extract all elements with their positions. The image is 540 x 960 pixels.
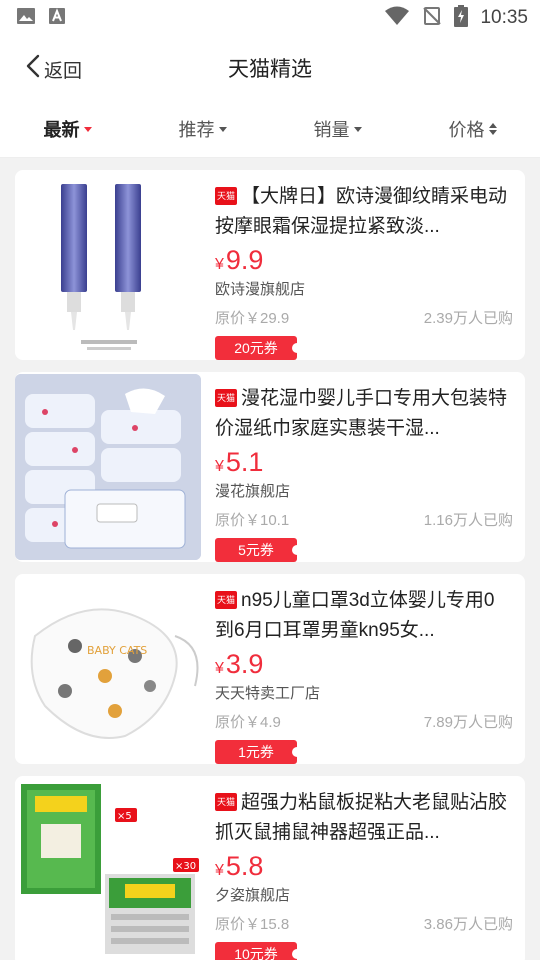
product-card[interactable]: ×5 ×30 天猫 超强力粘鼠板捉粘大老鼠贴沾胶抓灭鼠捕鼠神器超强正品... ¥5…: [15, 776, 525, 960]
sort-tab-recommended[interactable]: 推荐: [135, 116, 270, 142]
svg-text:×5: ×5: [117, 811, 132, 822]
product-list: 天猫 【大牌日】欧诗漫御纹睛采电动按摩眼霜保湿提拉紧致淡... ¥9.9 欧诗漫旗…: [0, 158, 540, 960]
product-image: ×5 ×30: [15, 778, 201, 960]
status-time: 10:35: [480, 7, 528, 28]
chevron-left-icon: [26, 54, 40, 84]
shop-name: 夕姿旗舰店: [215, 887, 291, 904]
sold-count: 7.89万人已购: [423, 714, 513, 731]
svg-text:×30: ×30: [175, 861, 196, 872]
caret-down-icon: [353, 127, 362, 132]
product-price: ¥5.8: [215, 851, 264, 881]
coupon-badge[interactable]: 1元券: [215, 740, 302, 764]
coupon-badge[interactable]: 10元券: [215, 942, 302, 960]
tmall-badge: 天猫: [215, 793, 237, 811]
no-signal-icon: [422, 6, 442, 30]
back-button[interactable]: 返回: [26, 54, 82, 84]
sold-count: 1.16万人已购: [423, 512, 513, 529]
tmall-badge: 天猫: [215, 389, 237, 407]
product-price: ¥5.1: [215, 447, 264, 477]
sort-tab-latest[interactable]: 最新: [0, 116, 135, 142]
product-title: 天猫 超强力粘鼠板捉粘大老鼠贴沾胶抓灭鼠捕鼠神器超强正品...: [215, 792, 508, 843]
product-image: [15, 172, 201, 358]
image-icon: [16, 7, 36, 29]
product-price: ¥9.9: [215, 245, 264, 275]
mask-print-text: BABY CATS: [87, 644, 147, 657]
battery-charging-icon: [454, 5, 469, 31]
sort-tab-price[interactable]: 价格: [405, 116, 540, 142]
product-card[interactable]: 天猫 【大牌日】欧诗漫御纹睛采电动按摩眼霜保湿提拉紧致淡... ¥9.9 欧诗漫旗…: [15, 170, 525, 360]
status-bar: 10:35: [0, 0, 540, 36]
quantity-tag-small: ×5: [115, 808, 137, 822]
product-image: [15, 374, 201, 560]
sold-count: 2.39万人已购: [423, 310, 513, 327]
sort-tab-label: 价格: [448, 119, 485, 140]
shop-name: 天天特卖工厂店: [215, 685, 321, 702]
sort-toggle-icon: [488, 122, 497, 135]
original-price: 原价￥10.1: [215, 512, 290, 529]
caret-down-icon: [83, 127, 92, 132]
sort-tab-label: 最新: [43, 119, 80, 140]
product-card[interactable]: 天猫 漫花湿巾婴儿手口专用大包装特价湿纸巾家庭实惠装干湿... ¥5.1 漫花旗舰…: [15, 372, 525, 562]
original-price: 原价￥29.9: [215, 310, 290, 327]
sort-tab-label: 销量: [313, 119, 350, 140]
tmall-badge: 天猫: [215, 187, 237, 205]
original-price: 原价￥15.8: [215, 916, 290, 933]
sort-tab-label: 推荐: [178, 119, 215, 140]
back-label: 返回: [44, 60, 83, 82]
product-title: 天猫 n95儿童口罩3d立体婴儿专用0到6月口耳罩男童kn95女...: [215, 590, 495, 641]
header: 返回 天猫精选: [0, 36, 540, 100]
product-card[interactable]: BABY CATS 天猫 n95儿童口罩3d立体婴儿专用0到6月口耳罩男童kn95…: [15, 574, 525, 764]
coupon-badge[interactable]: 20元券: [215, 336, 302, 360]
sold-count: 3.86万人已购: [423, 916, 513, 933]
caret-down-icon: [218, 127, 227, 132]
coupon-badge[interactable]: 5元券: [215, 538, 302, 562]
tmall-badge: 天猫: [215, 591, 237, 609]
sort-bar: 最新 推荐 销量 价格: [0, 100, 540, 158]
wifi-icon: [384, 6, 410, 30]
product-title: 天猫 漫花湿巾婴儿手口专用大包装特价湿纸巾家庭实惠装干湿...: [215, 388, 508, 439]
product-price: ¥3.9: [215, 649, 264, 679]
shop-name: 漫花旗舰店: [215, 483, 291, 500]
shop-name: 欧诗漫旗舰店: [215, 281, 306, 298]
text-a-icon: [48, 7, 66, 29]
original-price: 原价￥4.9: [215, 714, 281, 731]
sort-tab-sales[interactable]: 销量: [270, 116, 405, 142]
product-image: BABY CATS: [15, 576, 201, 762]
product-title: 天猫 【大牌日】欧诗漫御纹睛采电动按摩眼霜保湿提拉紧致淡...: [215, 186, 508, 237]
quantity-tag-large: ×30: [173, 858, 199, 872]
